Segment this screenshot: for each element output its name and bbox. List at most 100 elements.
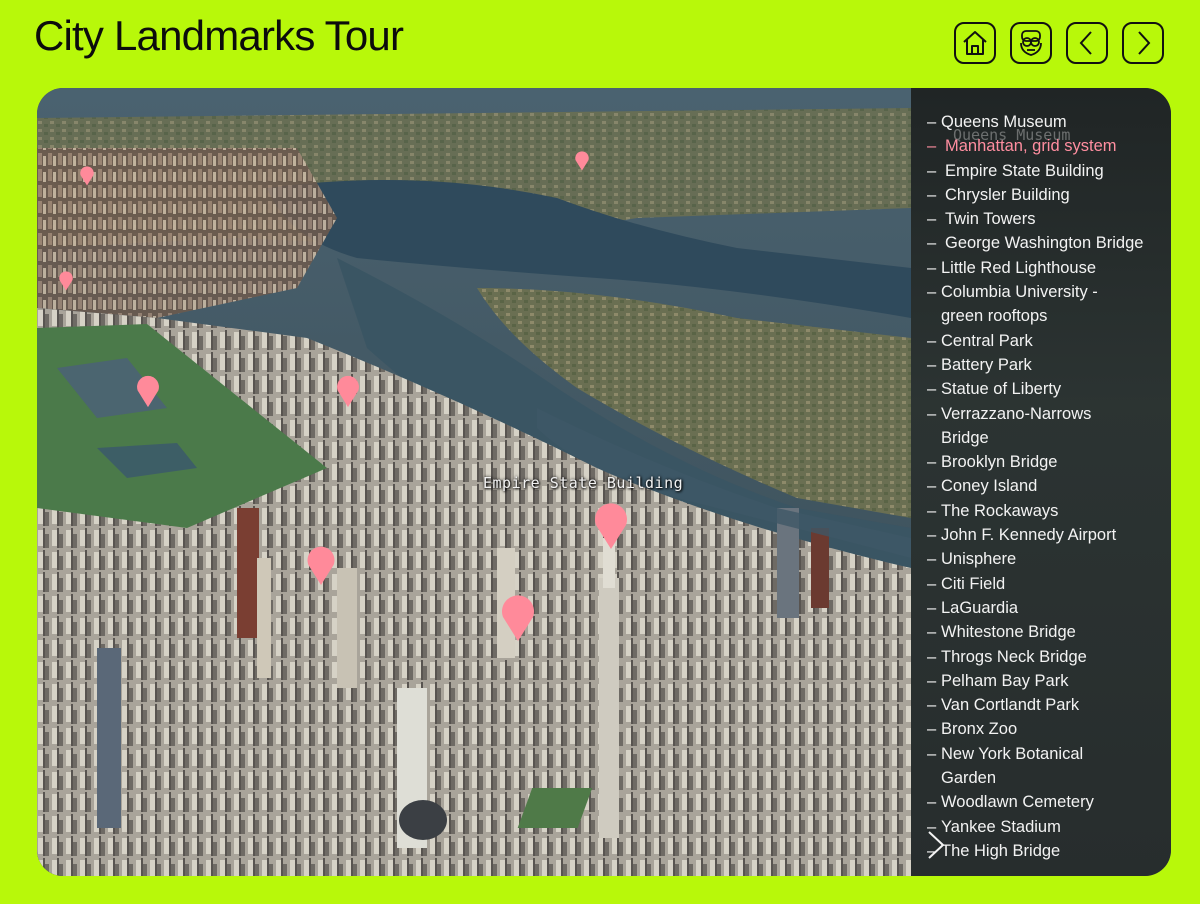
- landmark-item[interactable]: – Queens Museum: [927, 110, 1167, 134]
- list-dash: –: [927, 793, 937, 812]
- list-dash: –: [927, 623, 937, 642]
- home-button[interactable]: [954, 22, 996, 64]
- list-dash: –: [927, 720, 937, 739]
- list-dash: –: [927, 598, 937, 617]
- landmark-label: Throgs Neck Bridge: [941, 647, 1087, 666]
- map-pin-icon: [307, 546, 335, 586]
- map-pin-icon: [59, 271, 73, 291]
- nav-toolbar: [954, 22, 1164, 64]
- list-next-button[interactable]: [923, 828, 949, 862]
- landmark-item[interactable]: – Bronx Zoo: [927, 717, 1167, 741]
- list-dash: –: [927, 501, 937, 520]
- landmark-item[interactable]: – Brooklyn Bridge: [927, 450, 1167, 474]
- map-landmark-label: Empire State Building: [483, 474, 684, 492]
- landmark-item[interactable]: – Whitestone Bridge: [927, 620, 1167, 644]
- landmark-label: The High Bridge: [941, 841, 1061, 860]
- viewer-icon: [1020, 30, 1042, 56]
- map-pin[interactable]: [58, 269, 74, 291]
- next-button[interactable]: [1122, 22, 1164, 64]
- landmark-item[interactable]: – Pelham Bay Park: [927, 669, 1167, 693]
- map-pin[interactable]: [499, 589, 537, 643]
- landmark-label: Manhattan, grid system: [945, 137, 1117, 156]
- landmark-item[interactable]: – Yankee Stadium: [927, 815, 1167, 839]
- map-pin[interactable]: [79, 164, 95, 186]
- list-dash: –: [927, 477, 937, 496]
- map-pin-icon: [80, 166, 94, 186]
- landmark-label: Central Park: [941, 331, 1033, 350]
- landmark-item[interactable]: – Woodlawn Cemetery: [927, 790, 1167, 814]
- landmark-label: Little Red Lighthouse: [941, 258, 1097, 277]
- landmark-item[interactable]: – John F. Kennedy Airport: [927, 523, 1167, 547]
- map-viewer[interactable]: Empire State Building Queens Museum – Que…: [37, 88, 1171, 876]
- landmark-item[interactable]: – The High Bridge: [927, 839, 1167, 863]
- home-icon: [963, 31, 987, 55]
- landmark-label: Twin Towers: [945, 210, 1036, 229]
- landmark-item[interactable]: – Citi Field: [927, 572, 1167, 596]
- map-pin[interactable]: [592, 498, 630, 550]
- landmark-item[interactable]: – Central Park: [927, 329, 1167, 353]
- list-dash: –: [927, 331, 937, 350]
- landmark-item[interactable]: – Van Cortlandt Park: [927, 693, 1167, 717]
- list-dash: –: [927, 453, 937, 472]
- list-dash: –: [927, 404, 937, 423]
- landmark-label: Pelham Bay Park: [941, 671, 1069, 690]
- page-title: City Landmarks Tour: [34, 12, 404, 59]
- landmark-item[interactable]: – Little Red Lighthouse: [927, 256, 1167, 280]
- landmark-label: Verrazzano-Narrows Bridge: [941, 404, 1092, 447]
- landmark-item[interactable]: – Verrazzano-Narrows Bridge: [927, 402, 1167, 451]
- list-dash: –: [927, 210, 937, 229]
- list-dash: –: [927, 526, 937, 545]
- landmark-label: Empire State Building: [945, 161, 1104, 180]
- list-dash: –: [927, 696, 937, 715]
- map-pin[interactable]: [135, 370, 161, 410]
- map-pin-icon: [137, 375, 159, 408]
- landmark-label: Yankee Stadium: [941, 817, 1061, 836]
- landmark-label: Van Cortlandt Park: [941, 696, 1080, 715]
- landmark-label: Queens Museum: [941, 113, 1067, 131]
- landmark-item[interactable]: – Twin Towers: [927, 207, 1167, 231]
- landmark-label: New York Botanical Garden: [941, 744, 1084, 788]
- viewer-button[interactable]: [1010, 22, 1052, 64]
- list-dash: –: [927, 283, 937, 302]
- landmark-label: George Washington Bridge: [945, 234, 1144, 253]
- landmark-label: Coney Island: [941, 477, 1038, 496]
- map-pin[interactable]: [335, 370, 361, 410]
- map-pin-icon: [502, 595, 534, 641]
- landmark-label: Whitestone Bridge: [941, 623, 1076, 642]
- landmark-panel: Queens Museum – Queens Museum – Manhattan, …: [911, 88, 1171, 876]
- landmark-item[interactable]: – LaGuardia: [927, 596, 1167, 620]
- landmark-label: Citi Field: [941, 574, 1006, 593]
- landmark-label: John F. Kennedy Airport: [941, 526, 1117, 545]
- landmark-item[interactable]: – Throgs Neck Bridge: [927, 645, 1167, 669]
- list-dash: –: [927, 234, 937, 253]
- map-pin-icon: [337, 375, 359, 408]
- list-dash: –: [927, 744, 937, 763]
- landmark-item[interactable]: – Columbia University - green rooftops: [927, 280, 1167, 329]
- list-dash: –: [927, 161, 937, 180]
- landmark-item[interactable]: – George Washington Bridge: [927, 231, 1167, 255]
- list-dash: –: [927, 550, 937, 569]
- chevron-left-icon: [1079, 31, 1092, 55]
- list-dash: –: [927, 258, 937, 277]
- landmark-label: Unisphere: [941, 550, 1017, 569]
- landmark-label: Battery Park: [941, 355, 1032, 374]
- map-pin[interactable]: [305, 539, 337, 589]
- landmark-item[interactable]: – Empire State Building: [927, 159, 1167, 183]
- landmark-item[interactable]: – Unisphere: [927, 547, 1167, 571]
- list-dash: –: [927, 671, 937, 690]
- landmark-label: Brooklyn Bridge: [941, 453, 1058, 472]
- list-dash: –: [927, 113, 937, 131]
- landmark-item[interactable]: – New York Botanical Garden: [927, 742, 1167, 791]
- landmark-item[interactable]: – Manhattan, grid system: [927, 134, 1167, 158]
- previous-button[interactable]: [1066, 22, 1108, 64]
- chevron-right-icon: [1138, 31, 1151, 55]
- landmark-item[interactable]: – The Rockaways: [927, 499, 1167, 523]
- city-3d-map[interactable]: [37, 88, 911, 876]
- chevron-right-icon: [928, 831, 945, 859]
- landmark-item[interactable]: – Coney Island: [927, 474, 1167, 498]
- list-dash: –: [927, 647, 937, 666]
- landmark-item[interactable]: – Chrysler Building: [927, 183, 1167, 207]
- map-pin[interactable]: [574, 148, 590, 172]
- landmark-item[interactable]: – Statue of Liberty: [927, 377, 1167, 401]
- landmark-item[interactable]: – Battery Park: [927, 353, 1167, 377]
